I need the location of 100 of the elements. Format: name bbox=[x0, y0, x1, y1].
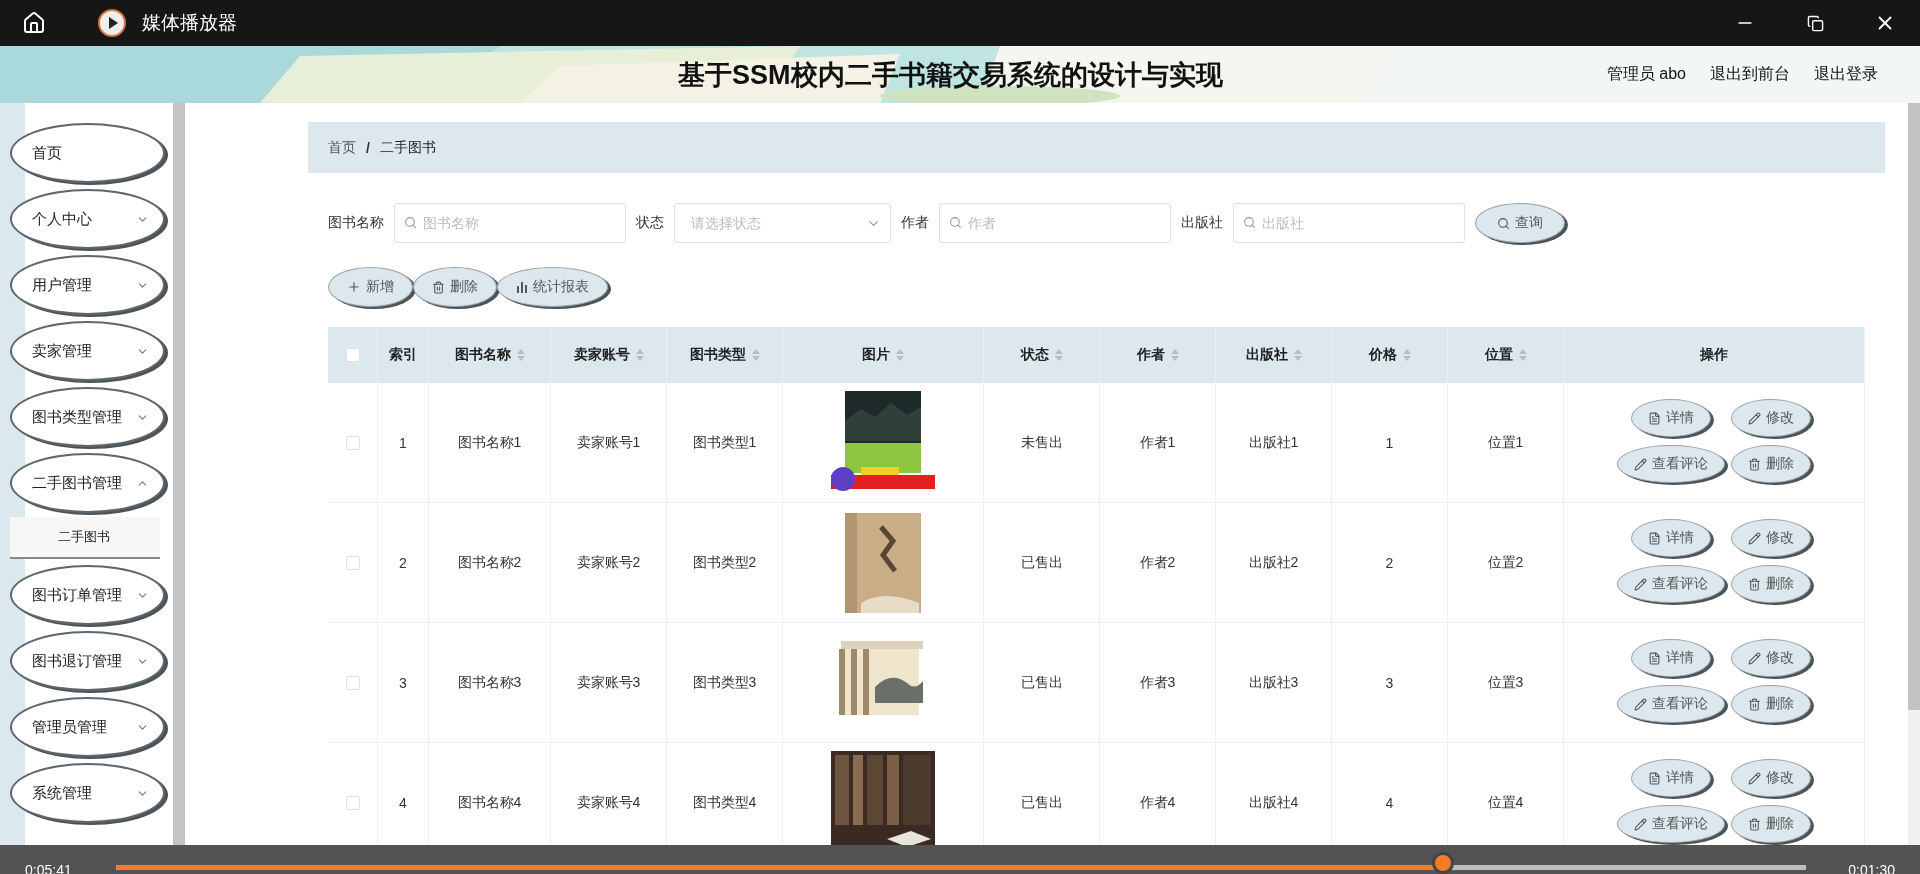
breadcrumb-item[interactable]: 首页 bbox=[328, 138, 356, 157]
header-link[interactable]: 退出到前台 bbox=[1710, 64, 1790, 85]
row-action-button[interactable]: 修改 bbox=[1731, 639, 1811, 677]
table-cell: 出版社4 bbox=[1248, 793, 1299, 812]
row-action-button[interactable]: 详情 bbox=[1631, 399, 1711, 437]
search-field[interactable]: 作者 bbox=[939, 203, 1171, 243]
table-cell: 4 bbox=[399, 794, 407, 811]
pencil-icon bbox=[1748, 771, 1761, 785]
pencil-icon bbox=[1634, 817, 1647, 831]
table-cell: 图书类型2 bbox=[692, 553, 757, 572]
bar-chart-icon bbox=[516, 281, 528, 293]
row-action-button[interactable]: 查看评论 bbox=[1617, 805, 1725, 843]
row-action-button[interactable]: 修改 bbox=[1731, 759, 1811, 797]
sort-icon[interactable] bbox=[751, 349, 760, 361]
sort-icon[interactable] bbox=[1402, 349, 1411, 361]
checkbox[interactable] bbox=[345, 795, 360, 810]
row-action-button[interactable]: 详情 bbox=[1631, 759, 1711, 797]
document-icon bbox=[1648, 651, 1661, 665]
toolbar-button[interactable]: 统计报表 bbox=[497, 267, 608, 307]
sort-icon[interactable] bbox=[1054, 349, 1063, 361]
sidebar-item[interactable]: 用户管理 bbox=[10, 255, 165, 315]
toolbar-button[interactable]: 新增 bbox=[328, 267, 413, 307]
column-header: 图片 bbox=[862, 346, 890, 364]
table-cell: 出版社2 bbox=[1248, 553, 1299, 572]
status-select[interactable]: 请选择状态 bbox=[674, 203, 891, 243]
sort-icon[interactable] bbox=[635, 349, 644, 361]
field-label: 状态 bbox=[636, 214, 664, 232]
table-cell: 4 bbox=[1385, 794, 1394, 811]
sort-icon[interactable] bbox=[1170, 349, 1179, 361]
sidebar-item[interactable]: 图书退订管理 bbox=[10, 631, 165, 691]
toolbar-button[interactable]: 删除 bbox=[413, 267, 497, 307]
column-header: 作者 bbox=[1136, 346, 1165, 364]
scrollbar[interactable] bbox=[173, 103, 185, 845]
row-action-button[interactable]: 查看评论 bbox=[1617, 445, 1725, 483]
breadcrumb-separator: / bbox=[366, 139, 370, 156]
play-icon bbox=[98, 9, 126, 37]
sidebar-item[interactable]: 图书类型管理 bbox=[10, 387, 165, 447]
document-icon bbox=[1648, 531, 1661, 545]
sort-icon[interactable] bbox=[896, 349, 904, 361]
table-cell: 图书类型1 bbox=[692, 433, 757, 452]
checkbox[interactable] bbox=[345, 555, 360, 570]
sidebar-item[interactable]: 二手图书管理 bbox=[10, 453, 165, 513]
pencil-icon bbox=[1634, 697, 1647, 711]
column-header: 图书类型 bbox=[689, 346, 746, 364]
trash-icon bbox=[1748, 697, 1761, 711]
submenu-item[interactable]: 二手图书 bbox=[10, 517, 160, 559]
table-cell: 出版社3 bbox=[1248, 673, 1299, 692]
table-cell: 卖家账号4 bbox=[576, 793, 641, 812]
row-action-button[interactable]: 详情 bbox=[1631, 519, 1711, 557]
sidebar-item[interactable]: 个人中心 bbox=[10, 189, 165, 249]
checkbox[interactable] bbox=[345, 675, 360, 690]
header-link[interactable]: 退出登录 bbox=[1814, 64, 1878, 85]
table-cell: 卖家账号2 bbox=[576, 553, 641, 572]
column-header: 索引 bbox=[389, 346, 417, 364]
checkbox[interactable] bbox=[345, 348, 360, 362]
row-action-button[interactable]: 修改 bbox=[1731, 519, 1811, 557]
table-cell: 卖家账号1 bbox=[576, 433, 641, 452]
pencil-icon bbox=[1634, 457, 1647, 471]
document-icon bbox=[1648, 411, 1661, 425]
sidebar-item[interactable]: 系统管理 bbox=[10, 763, 165, 823]
pencil-icon bbox=[1748, 651, 1761, 665]
row-action-button[interactable]: 删除 bbox=[1731, 805, 1811, 843]
row-action-button[interactable]: 删除 bbox=[1731, 445, 1811, 483]
table-cell: 卖家账号3 bbox=[576, 673, 641, 692]
row-action-button[interactable]: 删除 bbox=[1731, 685, 1811, 723]
user-label: 管理员 abo bbox=[1606, 64, 1686, 84]
home-icon[interactable] bbox=[22, 11, 46, 35]
search-icon bbox=[404, 216, 417, 229]
column-header: 位置 bbox=[1484, 346, 1513, 364]
search-icon bbox=[1243, 216, 1256, 229]
checkbox[interactable] bbox=[345, 435, 360, 450]
row-action-button[interactable]: 查看评论 bbox=[1617, 565, 1725, 603]
progress-handle[interactable] bbox=[1431, 852, 1454, 874]
table-cell: 图书名称2 bbox=[457, 553, 522, 572]
column-header: 卖家账号 bbox=[573, 346, 630, 364]
table-cell: 图书类型3 bbox=[692, 673, 757, 692]
trash-icon bbox=[1748, 457, 1761, 471]
table-cell: 未售出 bbox=[1020, 433, 1063, 452]
search-field[interactable]: 出版社 bbox=[1233, 203, 1465, 243]
row-action-button[interactable]: 删除 bbox=[1731, 565, 1811, 603]
field-label: 图书名称 bbox=[328, 214, 384, 232]
sidebar-item[interactable]: 图书订单管理 bbox=[10, 565, 165, 625]
sort-icon[interactable] bbox=[516, 349, 525, 361]
row-action-button[interactable]: 修改 bbox=[1731, 399, 1811, 437]
search-field[interactable]: 图书名称 bbox=[394, 203, 626, 243]
sidebar-item[interactable]: 管理员管理 bbox=[10, 697, 165, 757]
table-cell: 位置4 bbox=[1487, 793, 1524, 812]
field-label: 作者 bbox=[901, 214, 929, 232]
search-button[interactable]: 查询 bbox=[1475, 203, 1565, 243]
table-cell: 2 bbox=[399, 554, 407, 571]
sort-icon[interactable] bbox=[1293, 349, 1302, 361]
table-cell: 位置3 bbox=[1487, 673, 1524, 692]
plus-icon bbox=[347, 280, 361, 294]
sort-icon[interactable] bbox=[1518, 349, 1527, 361]
row-action-button[interactable]: 查看评论 bbox=[1617, 685, 1725, 723]
scrollbar-thumb[interactable] bbox=[1908, 103, 1920, 710]
sidebar-item[interactable]: 首页 bbox=[10, 123, 165, 183]
sidebar-item[interactable]: 卖家管理 bbox=[10, 321, 165, 381]
table-cell: 2 bbox=[1385, 554, 1394, 571]
row-action-button[interactable]: 详情 bbox=[1631, 639, 1711, 677]
